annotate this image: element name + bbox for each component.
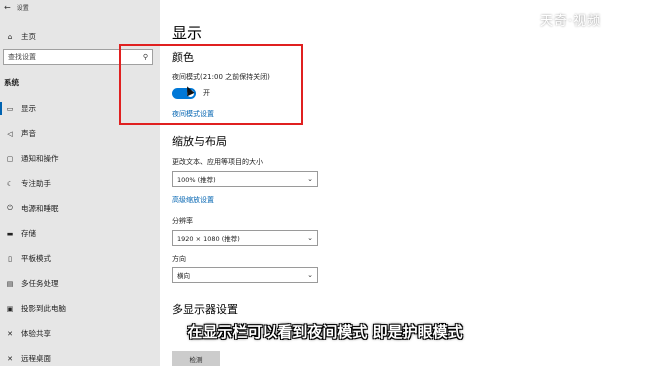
tablet-icon: ▯ [8, 254, 12, 263]
window-title: 设置 [16, 4, 29, 12]
sidebar-item-label: 专注助手 [21, 179, 51, 188]
notification-icon: ▢ [6, 154, 14, 163]
scale-label: 更改文本、应用等项目的大小 [172, 158, 263, 166]
chevron-down-icon: ⌄ [307, 175, 313, 183]
sidebar-item-multitasking[interactable]: ▤ 多任务处理 [0, 271, 160, 296]
sidebar-item-notifications[interactable]: ▢ 通知和操作 [0, 146, 160, 171]
sidebar-item-label: 平板模式 [21, 254, 51, 263]
chevron-down-icon: ⌄ [307, 271, 313, 279]
sidebar-section-label: 系统 [4, 78, 19, 87]
sidebar-item-label: 存储 [21, 229, 36, 238]
moon-icon: ☾ [6, 179, 14, 188]
multi-display-heading: 多显示器设置 [172, 303, 238, 316]
monitor-icon: ▭ [6, 104, 14, 113]
sidebar-item-label: 显示 [21, 104, 36, 113]
resolution-label: 分辨率 [172, 217, 193, 225]
multitask-icon: ▤ [6, 279, 14, 288]
project-icon: ▣ [6, 304, 14, 313]
advanced-scaling-link[interactable]: 高级缩放设置 [172, 195, 214, 205]
speaker-icon: ◁ [7, 129, 13, 138]
sidebar-item-focus-assist[interactable]: ☾ 专注助手 [0, 171, 160, 196]
resolution-value: 1920 × 1080 (推荐) [177, 235, 240, 243]
sidebar-item-power[interactable]: ⏻ 电源和睡眠 [0, 196, 160, 221]
video-subtitle: 在显示栏可以看到夜间模式 即是护眼模式 [187, 323, 463, 341]
home-icon: ⌂ [7, 32, 13, 41]
scale-value: 100% (推荐) [177, 176, 216, 184]
sidebar-item-label: 通知和操作 [21, 154, 59, 163]
highlight-box [119, 44, 303, 125]
sidebar-item-tablet[interactable]: ▯ 平板模式 [0, 246, 160, 271]
sidebar-item-label: 主页 [21, 32, 36, 41]
chevron-down-icon: ⌄ [307, 234, 313, 242]
sidebar-item-label: 声音 [21, 129, 36, 138]
sidebar-item-label: 远程桌面 [21, 354, 51, 363]
sidebar-item-remote[interactable]: ✕ 远程桌面 [0, 346, 160, 371]
page-title: 显示 [172, 24, 203, 42]
scale-heading: 缩放与布局 [172, 135, 227, 148]
detect-button[interactable]: 检测 [172, 351, 220, 366]
sidebar-item-storage[interactable]: ▬ 存储 [0, 221, 160, 246]
title-bar: ← 设置 [0, 0, 160, 14]
search-placeholder: 查找设置 [8, 53, 36, 61]
orientation-value: 横向 [177, 272, 190, 280]
sidebar-item-label: 多任务处理 [21, 279, 59, 288]
orientation-label: 方向 [172, 255, 186, 263]
sidebar-item-label: 投影到此电脑 [21, 304, 66, 313]
power-icon: ⏻ [7, 204, 13, 212]
back-arrow-icon[interactable]: ← [4, 3, 11, 12]
watermark: 天奇·视频 [540, 14, 602, 29]
resolution-dropdown[interactable]: 1920 × 1080 (推荐) ⌄ [172, 230, 318, 246]
storage-icon: ▬ [6, 229, 14, 238]
sidebar-item-project[interactable]: ▣ 投影到此电脑 [0, 296, 160, 321]
orientation-dropdown[interactable]: 横向 ⌄ [172, 267, 318, 283]
remote-icon: ✕ [7, 354, 13, 363]
sidebar-item-label: 电源和睡眠 [21, 204, 59, 213]
scale-dropdown[interactable]: 100% (推荐) ⌄ [172, 171, 318, 187]
